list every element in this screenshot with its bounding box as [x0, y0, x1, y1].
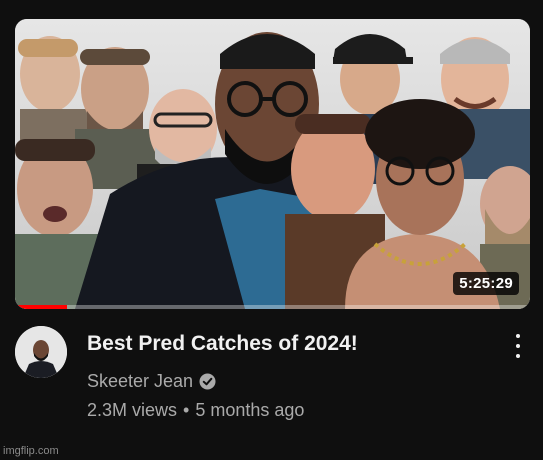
more-vertical-icon[interactable]	[511, 332, 525, 360]
video-card: 5:25:29 Best Pred Catches of 2024! Skeet…	[0, 0, 543, 460]
watch-progress-bar	[15, 305, 67, 309]
video-metadata: Best Pred Catches of 2024! Skeeter Jean …	[15, 326, 530, 436]
video-title[interactable]: Best Pred Catches of 2024!	[87, 332, 487, 356]
stats-separator: •	[183, 400, 190, 420]
watch-progress-track	[15, 305, 530, 309]
channel-name[interactable]: Skeeter Jean	[87, 371, 193, 392]
channel-link[interactable]: Skeeter Jean	[87, 371, 216, 392]
avatar-image	[15, 326, 67, 378]
video-stats: 2.3M views • 5 months ago	[87, 400, 304, 421]
video-duration-badge: 5:25:29	[453, 272, 519, 295]
view-count: 2.3M views	[87, 400, 178, 420]
channel-avatar[interactable]	[15, 326, 67, 378]
upload-age: 5 months ago	[195, 400, 305, 420]
watermark-text: imgflip.com	[3, 445, 59, 457]
video-thumbnail[interactable]: 5:25:29	[15, 19, 530, 309]
thumbnail-collage-image	[15, 19, 530, 309]
verified-check-icon	[199, 373, 216, 390]
